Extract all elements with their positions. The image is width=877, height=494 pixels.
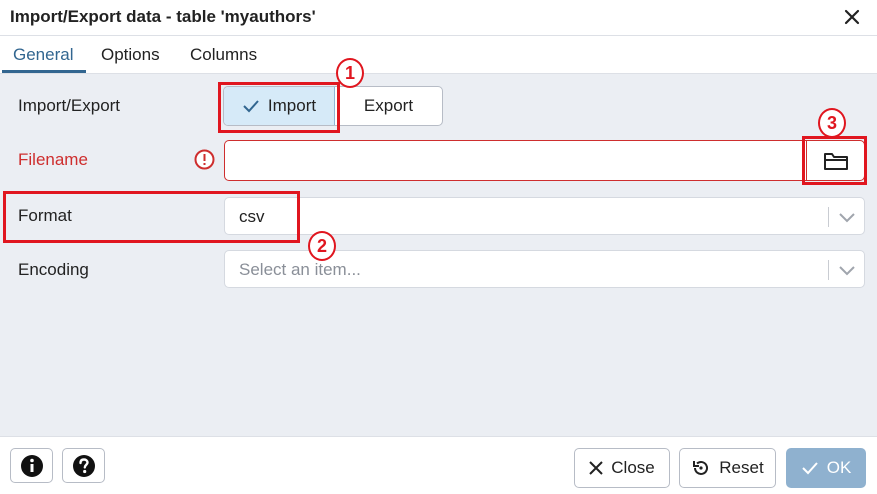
tab-bar: General Options Columns (0, 37, 877, 74)
dialog-footer: Close Reset OK (0, 436, 877, 494)
export-label: Export (363, 96, 414, 115)
reset-icon (693, 460, 709, 475)
import-export-label: Import/Export (18, 96, 121, 115)
annotation-badge-1: 1 (336, 58, 364, 88)
reset-label: Reset (719, 458, 764, 477)
format-select[interactable]: csv (224, 197, 865, 235)
tab-columns[interactable]: Columns (190, 45, 257, 65)
filename-label: Filename (18, 150, 88, 169)
dialog-title: Import/Export data - table 'myauthors' (10, 7, 316, 26)
export-button[interactable]: Export (335, 87, 442, 125)
close-icon (589, 461, 603, 475)
info-icon (20, 454, 43, 477)
annotation-box-import (218, 82, 340, 133)
close-label: Close (611, 458, 655, 477)
dialog-titlebar: Import/Export data - table 'myauthors' (0, 0, 877, 36)
help-button[interactable] (62, 448, 105, 483)
close-button[interactable]: Close (574, 448, 670, 488)
close-icon[interactable] (838, 3, 866, 31)
tab-general[interactable]: General (13, 45, 73, 65)
tab-options[interactable]: Options (101, 45, 160, 65)
ok-label: OK (826, 458, 852, 477)
encoding-placeholder: Select an item... (239, 260, 361, 279)
chevron-down-icon[interactable] (837, 261, 857, 279)
info-button[interactable] (10, 448, 53, 483)
annotation-box-format (3, 191, 300, 243)
annotation-box-folder (802, 136, 867, 185)
annotation-badge-3: 3 (818, 108, 846, 138)
annotation-badge-2: 2 (308, 231, 336, 261)
encoding-label: Encoding (18, 260, 89, 279)
check-icon (802, 462, 818, 475)
filename-input[interactable] (224, 140, 806, 181)
active-tab-indicator (2, 70, 86, 73)
error-icon (194, 149, 215, 170)
select-divider (828, 207, 829, 227)
ok-button[interactable]: OK (786, 448, 866, 488)
chevron-down-icon[interactable] (837, 208, 857, 226)
reset-button[interactable]: Reset (679, 448, 776, 488)
help-icon (72, 454, 95, 477)
select-divider (828, 260, 829, 280)
